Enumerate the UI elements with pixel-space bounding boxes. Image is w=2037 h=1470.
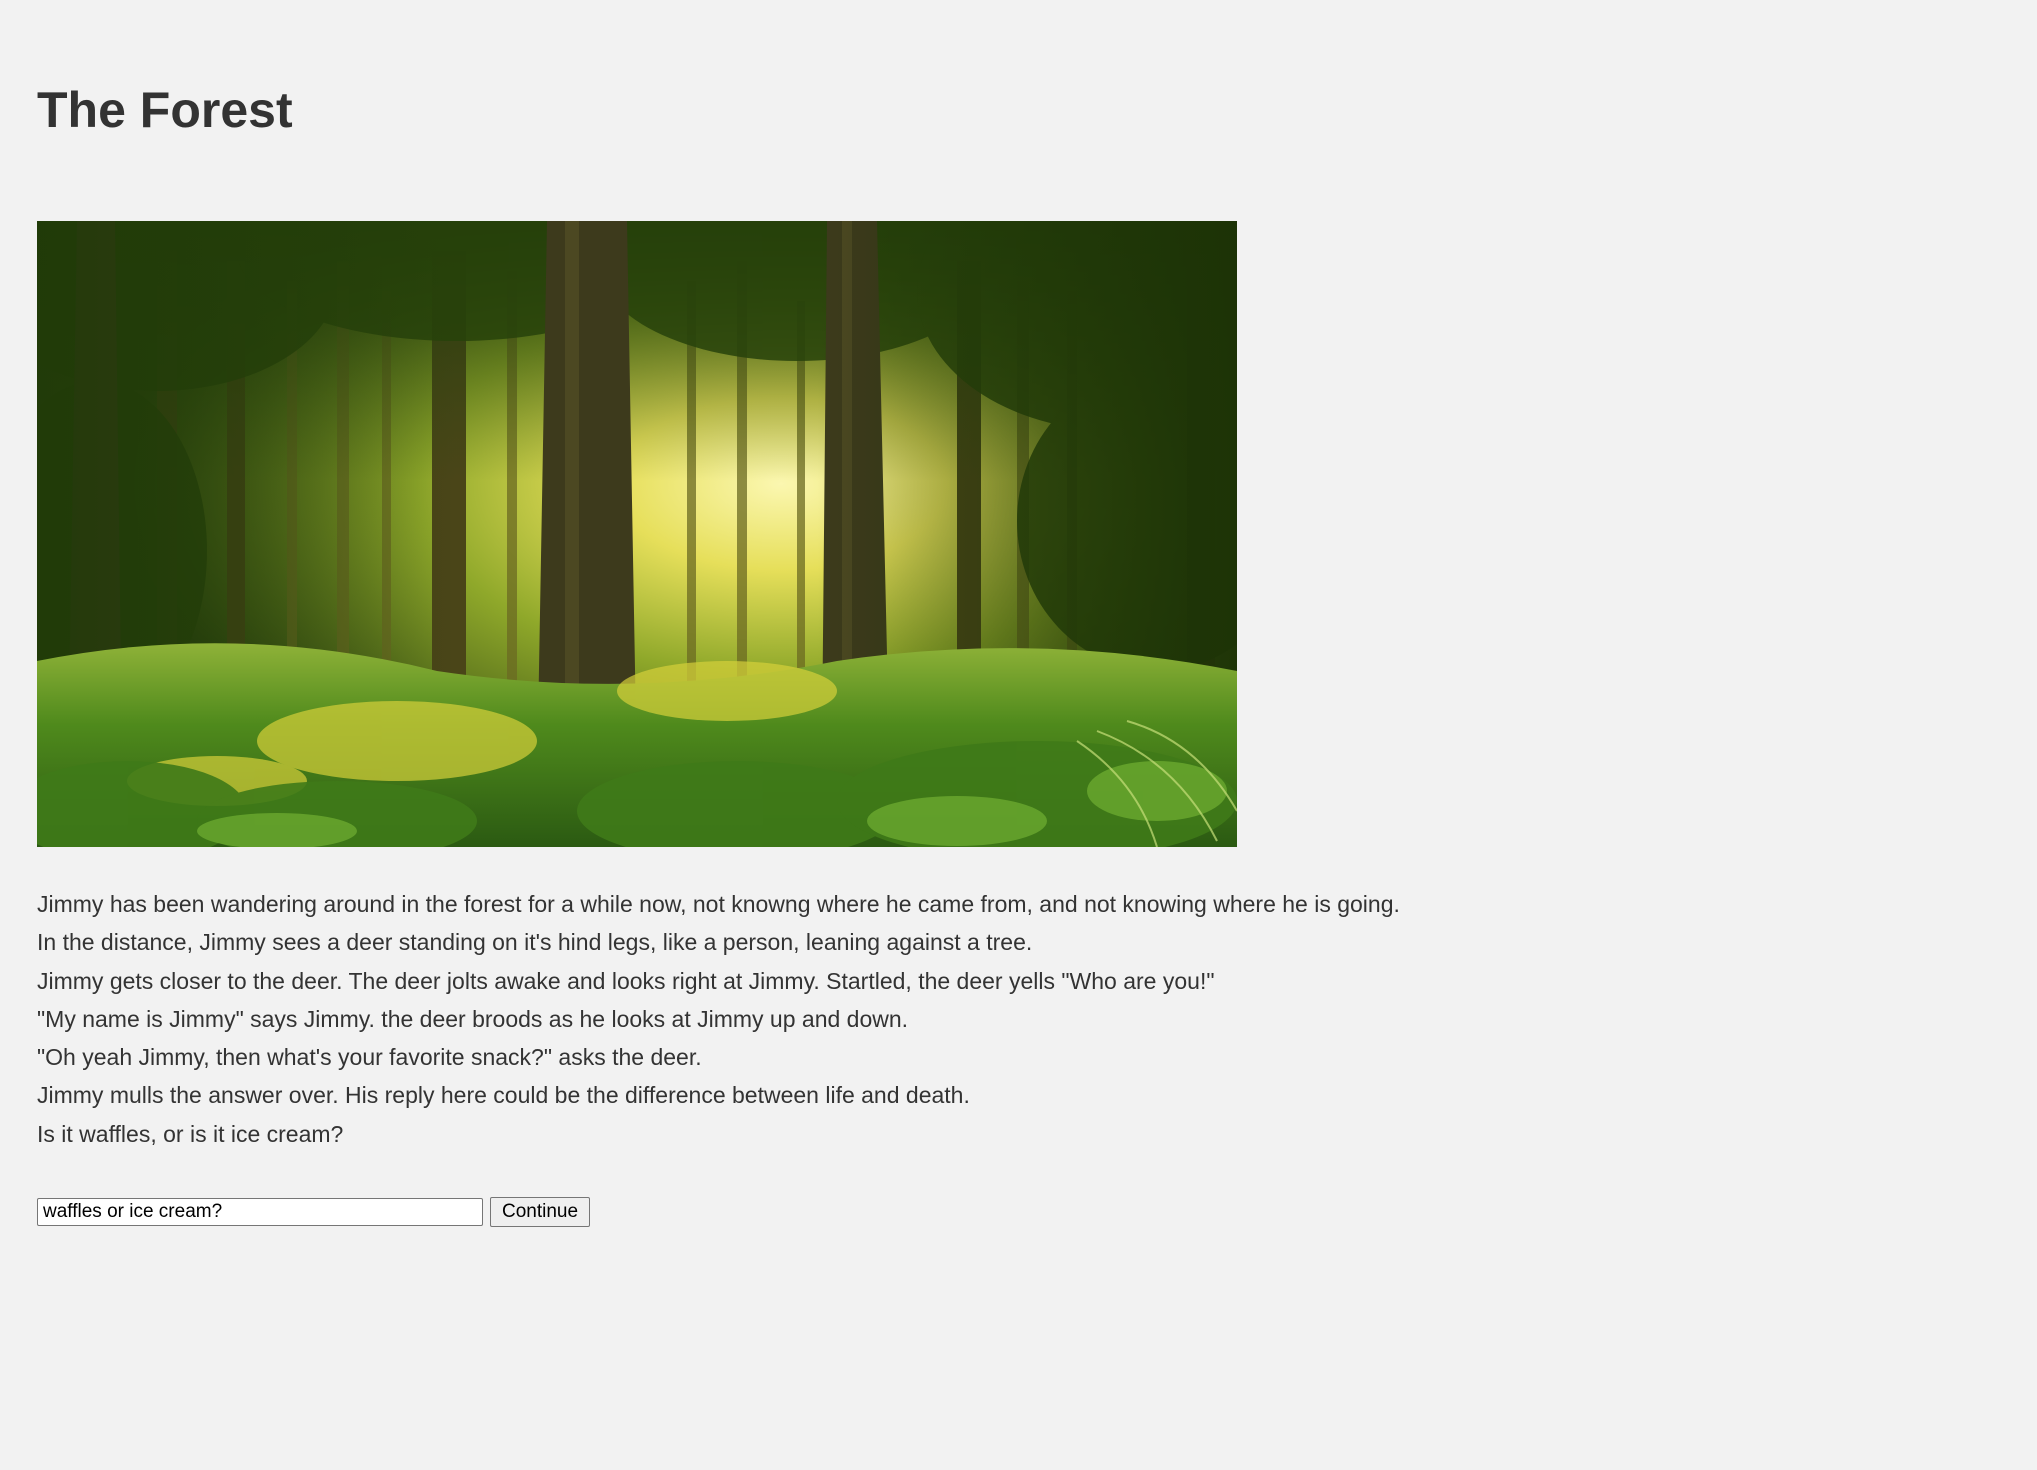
- page-title: The Forest: [37, 82, 293, 138]
- story-line: Jimmy gets closer to the deer. The deer …: [37, 967, 1215, 994]
- story-text: Jimmy has been wandering around in the f…: [37, 885, 1937, 1153]
- story-line: Jimmy has been wandering around in the f…: [37, 891, 1400, 917]
- answer-input[interactable]: [37, 1198, 483, 1226]
- answer-form: Continue: [37, 1197, 591, 1227]
- continue-button[interactable]: Continue: [490, 1197, 591, 1227]
- forest-image: [37, 221, 1237, 847]
- story-line: "Oh yeah Jimmy, then what's your favorit…: [37, 1044, 702, 1071]
- story-line: In the distance, Jimmy sees a deer stand…: [37, 929, 1033, 956]
- story-line: Is it waffles, or is it ice cream?: [37, 1120, 344, 1147]
- story-line: Jimmy mulls the answer over. His reply h…: [37, 1082, 970, 1109]
- story-line: "My name is Jimmy" says Jimmy. the deer …: [37, 1005, 909, 1032]
